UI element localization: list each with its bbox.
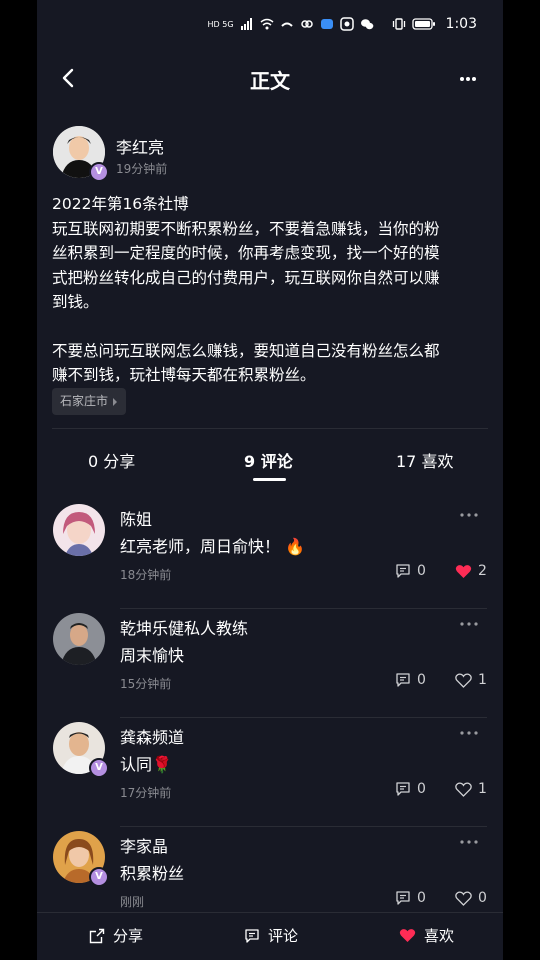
missed-call-icon xyxy=(280,22,293,27)
chevron-right-icon xyxy=(113,397,118,406)
commenter-name[interactable]: 龚森频道 xyxy=(120,724,184,748)
heart-filled-icon xyxy=(399,929,416,942)
commenter-name[interactable]: 李家晶 xyxy=(120,833,168,857)
clock: 1:03 xyxy=(445,16,477,32)
reply-count: 0 xyxy=(417,672,426,688)
divider xyxy=(52,428,488,429)
tab-share[interactable]: 0 分享 xyxy=(88,448,135,472)
comment-reply-button[interactable]: 0 xyxy=(395,672,426,688)
author-name[interactable]: 李红亮 xyxy=(116,134,164,158)
share-icon xyxy=(89,928,105,943)
comment-text: 认同🌹 xyxy=(120,755,172,774)
comment-like-button[interactable]: 1 xyxy=(455,781,487,797)
comment-like-button[interactable]: 2 xyxy=(455,563,487,579)
comment-more-icon[interactable] xyxy=(457,508,481,522)
tab-comments[interactable]: 9 评论 xyxy=(244,448,293,472)
active-tab-indicator xyxy=(253,478,286,481)
wechat-icon xyxy=(360,19,373,30)
reply-icon xyxy=(396,782,410,796)
comment-text: 积累粉丝 xyxy=(120,864,185,883)
comment-label: 评论 xyxy=(268,927,299,945)
comment-reply-button[interactable]: 0 xyxy=(395,781,426,797)
vibrate-icon xyxy=(392,18,405,30)
heart-outline-icon xyxy=(455,672,472,688)
post-line: 丝积累到一定程度的时候，你再考虑变现，找一个好的模 xyxy=(52,244,440,262)
comment-item: 陈姐 红亮老师，周日俞快！ 🔥 18分钟前 0 2 xyxy=(37,500,503,609)
post-stats-tabs: 0 分享 9 评论 17 喜欢 xyxy=(37,440,503,484)
comment-time: 18分钟前 xyxy=(120,568,172,582)
like-button[interactable]: 喜欢 xyxy=(399,925,454,946)
heart-outline-icon xyxy=(455,890,472,906)
post-line: 玩互联网初期要不断积累粉丝，不要着急赚钱，当你的粉 xyxy=(52,219,440,238)
page-title: 正文 xyxy=(250,69,290,93)
link-icon xyxy=(300,20,313,28)
app-screen: HD 5G 1:03 正文 V 李红亮 19分钟前 2022年第16条社博 玩互… xyxy=(37,0,503,960)
post-line: 赚不到钱，玩社博每天都在积累粉丝。 xyxy=(52,366,316,384)
comment-button[interactable]: 评论 xyxy=(244,925,298,946)
battery-icon xyxy=(411,18,435,30)
tab-likes[interactable]: 17 喜欢 xyxy=(396,448,453,472)
commenter-avatar[interactable] xyxy=(53,613,105,665)
post-line: 到钱。 xyxy=(52,293,99,311)
comment-reply-button[interactable]: 0 xyxy=(395,890,426,906)
post-line: 不要总问玩互联网怎么赚钱，要知道自己没有粉丝怎么都 xyxy=(52,341,440,360)
comment-item: V 龚森频道 认同🌹 17分钟前 0 1 xyxy=(37,718,503,827)
comment-icon xyxy=(245,928,259,943)
bottom-action-bar: 分享 评论 喜欢 xyxy=(37,912,503,960)
post-line: 2022年第16条社博 xyxy=(52,195,189,213)
comment-like-button[interactable]: 0 xyxy=(455,890,487,906)
commenter-name[interactable]: 乾坤乐健私人教练 xyxy=(120,615,248,639)
wifi-icon xyxy=(260,18,274,30)
cloud-app-icon xyxy=(320,19,333,29)
heart-outline-icon xyxy=(455,781,472,797)
commenter-avatar-image xyxy=(53,613,105,665)
comment-reply-button[interactable]: 0 xyxy=(395,563,426,579)
commenter-avatar[interactable] xyxy=(53,504,105,556)
reply-icon xyxy=(396,564,410,578)
commenter-avatar-image xyxy=(53,504,105,556)
comment-text: 周末愉快 xyxy=(120,646,185,665)
verified-badge: V xyxy=(89,758,109,778)
comment-item: 乾坤乐健私人教练 周末愉快 15分钟前 0 1 xyxy=(37,609,503,718)
reply-count: 0 xyxy=(417,563,426,579)
reply-count: 0 xyxy=(417,781,426,797)
comment-like-button[interactable]: 1 xyxy=(455,672,487,688)
post-time: 19分钟前 xyxy=(116,162,168,176)
status-bar: HD 5G 1:03 xyxy=(37,0,503,56)
reply-icon xyxy=(396,891,410,905)
post-line: 式把粉丝转化成自己的付费用户，玩互联网你自然可以赚 xyxy=(52,268,440,287)
comment-more-icon[interactable] xyxy=(457,726,481,740)
share-label: 分享 xyxy=(113,927,144,945)
like-count: 1 xyxy=(478,672,487,688)
commenter-name[interactable]: 陈姐 xyxy=(120,506,152,530)
like-count: 1 xyxy=(478,781,487,797)
like-count: 2 xyxy=(478,563,487,579)
network-label: HD 5G xyxy=(207,19,234,29)
verified-badge: V xyxy=(89,867,109,887)
like-label: 喜欢 xyxy=(424,927,455,945)
location-label: 石家庄市 xyxy=(60,394,109,408)
verified-badge: V xyxy=(89,162,109,182)
nav-bar: 正文 xyxy=(37,56,503,102)
comment-time: 刚刚 xyxy=(120,895,145,909)
reply-count: 0 xyxy=(417,890,426,906)
comment-more-icon[interactable] xyxy=(457,617,481,631)
comment-text: 红亮老师，周日俞快！ 🔥 xyxy=(120,537,306,556)
heart-filled-icon xyxy=(455,564,472,578)
status-icons: HD 5G 1:03 xyxy=(208,16,477,32)
comment-time: 15分钟前 xyxy=(120,677,172,691)
share-button[interactable]: 分享 xyxy=(89,925,143,946)
comment-time: 17分钟前 xyxy=(120,786,172,800)
app-notification-icon xyxy=(339,17,354,31)
like-count: 0 xyxy=(478,890,487,906)
more-options-icon[interactable] xyxy=(453,64,483,92)
signal-icon xyxy=(240,18,252,30)
comment-more-icon[interactable] xyxy=(457,835,481,849)
location-tag[interactable]: 石家庄市 xyxy=(52,388,127,415)
post-content: 2022年第16条社博 玩互联网初期要不断积累粉丝，不要着急赚钱，当你的粉 丝积… xyxy=(52,192,492,388)
reply-icon xyxy=(396,673,410,687)
